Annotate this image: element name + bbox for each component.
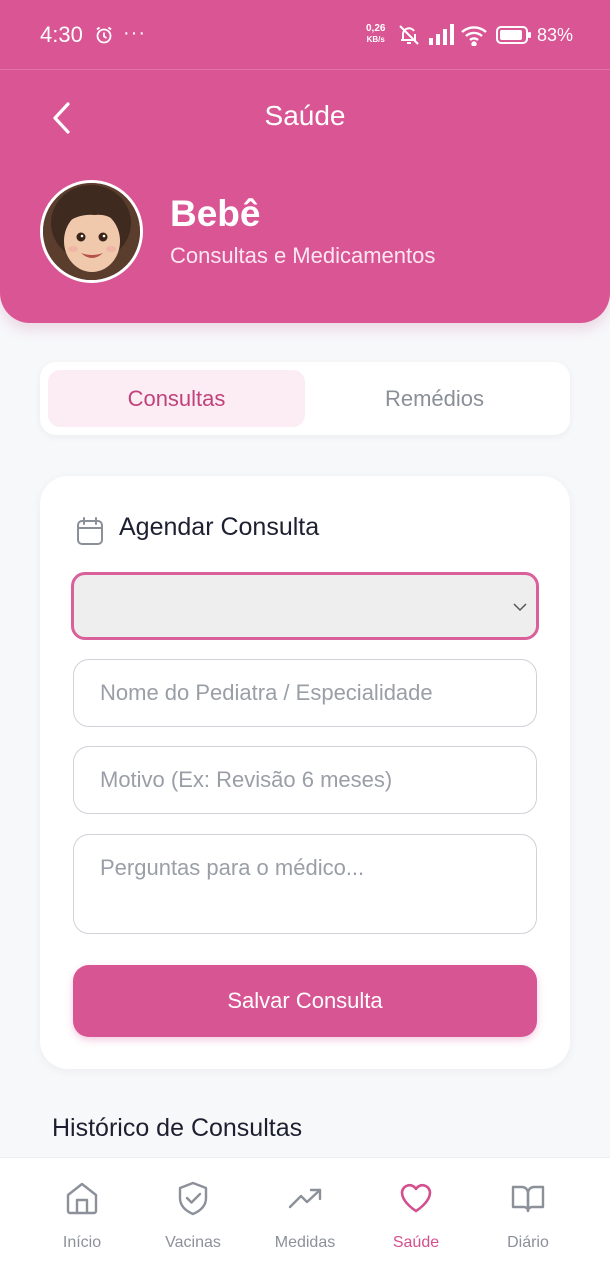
profile-subtitle: Consultas e Medicamentos <box>170 243 436 268</box>
battery-percent: 83% <box>537 25 574 45</box>
nav-item-diario[interactable]: Diário <box>478 1180 578 1252</box>
battery-icon <box>496 25 532 50</box>
avatar <box>40 180 143 283</box>
profile-name: Bebê <box>170 193 261 234</box>
home-icon <box>32 1180 132 1216</box>
nav-item-vacinas[interactable]: Vacinas <box>143 1180 243 1252</box>
shield-check-icon <box>143 1180 243 1216</box>
questions-textarea[interactable] <box>73 834 537 934</box>
status-bar: 4:30 ··· 0,26 KB/s 83% <box>0 0 610 70</box>
nav-label: Medidas <box>274 1234 336 1251</box>
tab-consultas[interactable]: Consultas <box>48 370 305 427</box>
nav-item-inicio[interactable]: Início <box>32 1180 132 1252</box>
tab-remedios[interactable]: Remédios <box>306 370 563 427</box>
trending-up-icon <box>255 1180 355 1216</box>
card-title: Agendar Consulta <box>119 513 320 541</box>
net-speed-unit: KB/s <box>366 35 385 44</box>
nav-item-saude[interactable]: Saúde <box>366 1180 466 1252</box>
signal-icon <box>428 24 454 51</box>
heart-icon <box>366 1180 466 1216</box>
consultation-date-select[interactable] <box>71 572 539 640</box>
book-icon <box>478 1180 578 1216</box>
net-speed-value: 0,26 <box>366 23 386 34</box>
status-time: 4:30 <box>40 22 83 47</box>
nav-label: Início <box>62 1234 102 1251</box>
schedule-card: Agendar Consulta Salvar Consulta <box>40 476 570 1069</box>
history-title: Histórico de Consultas <box>52 1114 303 1142</box>
calendar-icon <box>76 516 104 551</box>
chevron-down-icon <box>512 599 528 617</box>
alarm-icon <box>95 26 113 49</box>
header: 4:30 ··· 0,26 KB/s 83% Saúde Bebê Consul… <box>0 0 610 323</box>
doctor-name-input[interactable] <box>73 659 537 727</box>
reason-input[interactable] <box>73 746 537 814</box>
wifi-icon <box>460 24 490 51</box>
more-notifications-icon: ··· <box>123 22 146 44</box>
nav-item-medidas[interactable]: Medidas <box>255 1180 355 1252</box>
page-title: Saúde <box>264 100 346 131</box>
mute-icon <box>396 23 422 52</box>
status-icons <box>396 23 532 52</box>
net-speed: 0,26 KB/s <box>366 23 385 45</box>
nav-label: Vacinas <box>165 1234 221 1251</box>
nav-label: Diário <box>507 1234 549 1251</box>
bottom-nav: Início Vacinas Medidas Saúde Diário <box>0 1157 610 1278</box>
nav-label: Saúde <box>392 1234 440 1251</box>
tab-bar: Consultas Remédios <box>40 362 570 435</box>
save-consultation-button[interactable]: Salvar Consulta <box>73 965 537 1037</box>
